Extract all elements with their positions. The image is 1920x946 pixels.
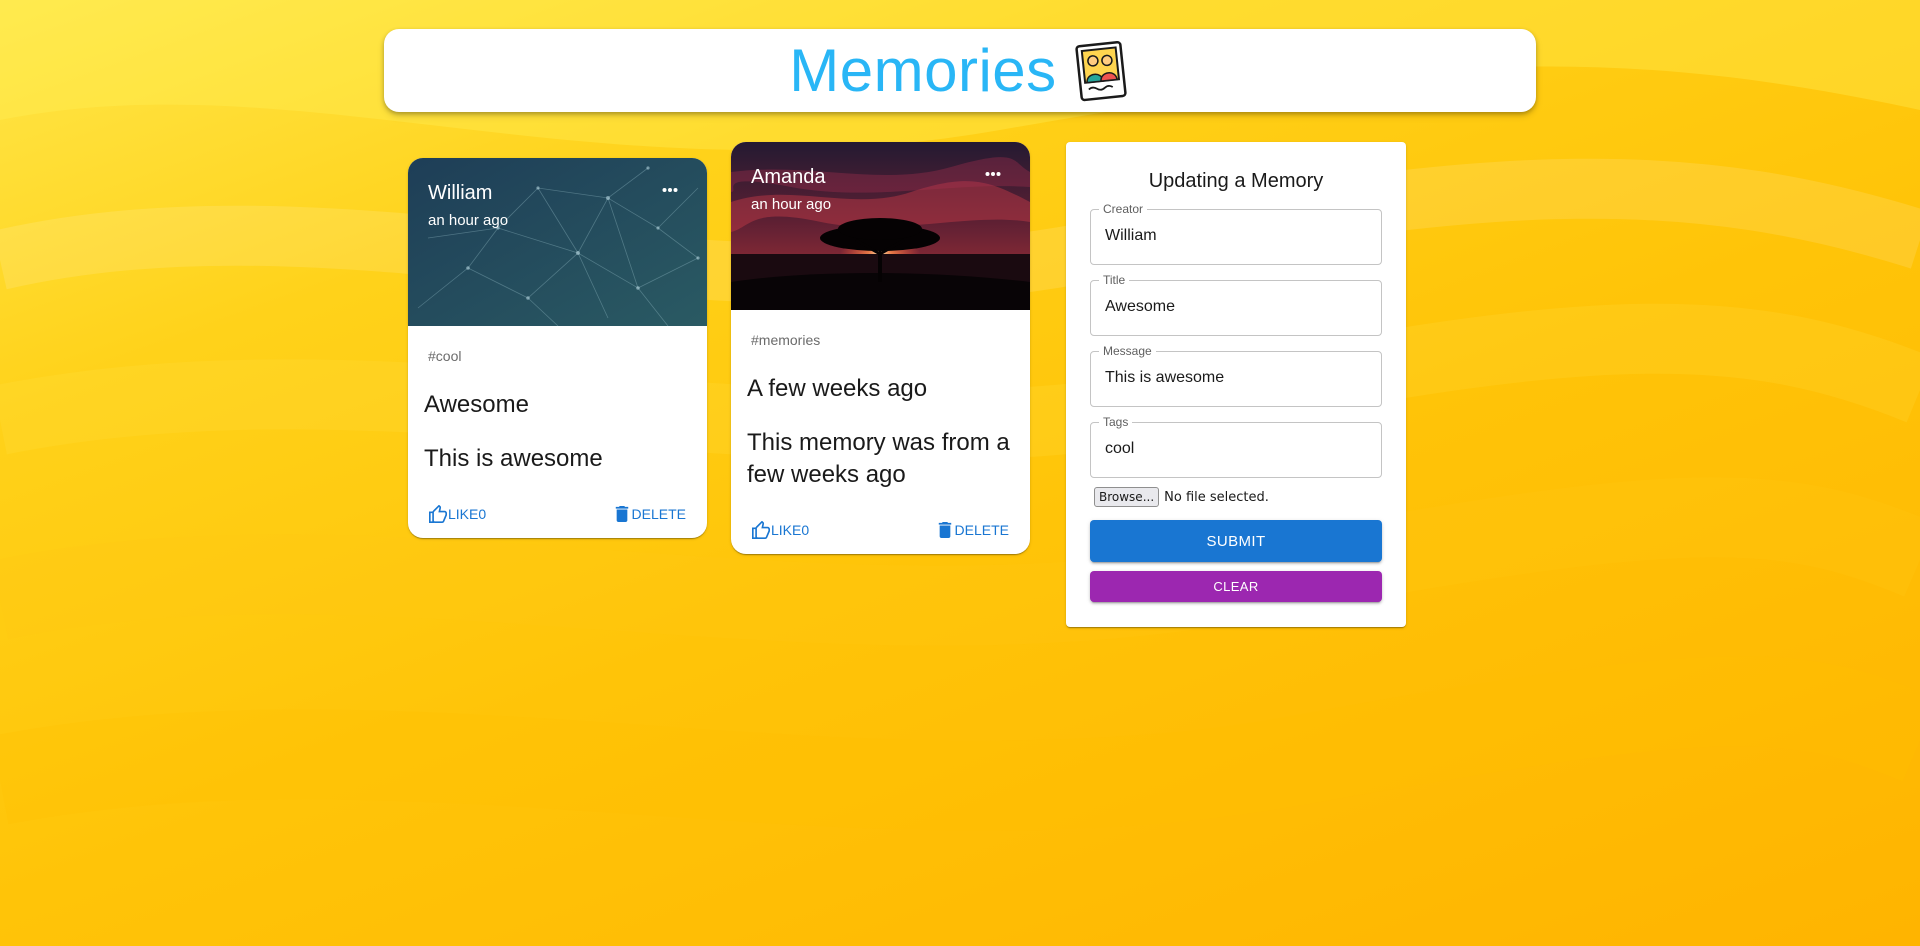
- title-field: Title: [1090, 274, 1382, 336]
- tags-input[interactable]: [1091, 423, 1381, 475]
- like-button[interactable]: LIKE 0: [428, 499, 486, 529]
- message-field: Message: [1090, 345, 1382, 407]
- creator-field: Creator: [1090, 203, 1382, 265]
- more-options-button[interactable]: [978, 164, 1008, 184]
- trash-icon: [938, 522, 951, 538]
- submit-button[interactable]: SUBMIT: [1090, 520, 1382, 562]
- file-input: Browse... No file selected.: [1094, 487, 1269, 507]
- delete-label: DELETE: [954, 522, 1009, 538]
- more-options-button[interactable]: [655, 180, 685, 200]
- like-label: LIKE: [771, 522, 802, 538]
- card-image: William an hour ago: [408, 158, 707, 326]
- title-input[interactable]: [1091, 281, 1381, 333]
- thumb-up-icon: [429, 505, 447, 523]
- more-horiz-icon: [662, 188, 678, 192]
- post-tags: #memories: [751, 332, 821, 348]
- post-title: A few weeks ago: [747, 375, 928, 402]
- memory-form: Updating a Memory Creator Title Message …: [1066, 142, 1406, 627]
- app-title: Memories: [789, 36, 1057, 104]
- delete-button[interactable]: DELETE: [938, 515, 1009, 545]
- browse-button[interactable]: Browse...: [1094, 487, 1160, 507]
- like-count: 0: [801, 522, 810, 538]
- tags-field: Tags: [1090, 416, 1382, 478]
- memory-card[interactable]: William an hour ago #cool Awesome This i…: [408, 158, 707, 538]
- post-title: Awesome: [424, 391, 529, 418]
- post-message: This memory was from a few weeks ago: [747, 429, 1010, 488]
- app-bar: Memories: [384, 29, 1536, 112]
- card-actions: LIKE 0 DELETE: [731, 515, 1030, 545]
- delete-label: DELETE: [631, 506, 686, 522]
- like-count: 0: [478, 506, 487, 522]
- trash-icon: [615, 506, 628, 522]
- post-message: This is awesome: [424, 445, 603, 472]
- more-horiz-icon: [985, 172, 1001, 176]
- thumb-up-icon: [752, 521, 770, 539]
- memories-photo-icon: [1075, 40, 1127, 101]
- post-time: an hour ago: [428, 212, 509, 229]
- form-heading: Updating a Memory: [1148, 170, 1324, 192]
- creator-input[interactable]: [1091, 210, 1381, 262]
- clear-button[interactable]: CLEAR: [1090, 571, 1382, 602]
- post-creator: Amanda: [751, 166, 826, 188]
- delete-button[interactable]: DELETE: [615, 499, 686, 529]
- card-actions: LIKE 0 DELETE: [408, 499, 707, 529]
- post-tags: #cool: [428, 348, 462, 364]
- card-image: Amanda an hour ago: [731, 142, 1030, 310]
- memory-card[interactable]: Amanda an hour ago #memories A few weeks…: [731, 142, 1030, 554]
- file-status: No file selected.: [1164, 489, 1269, 505]
- post-creator: William: [428, 182, 493, 204]
- message-input[interactable]: [1091, 352, 1381, 404]
- like-label: LIKE: [448, 506, 479, 522]
- like-button[interactable]: LIKE 0: [751, 515, 809, 545]
- post-time: an hour ago: [751, 196, 832, 213]
